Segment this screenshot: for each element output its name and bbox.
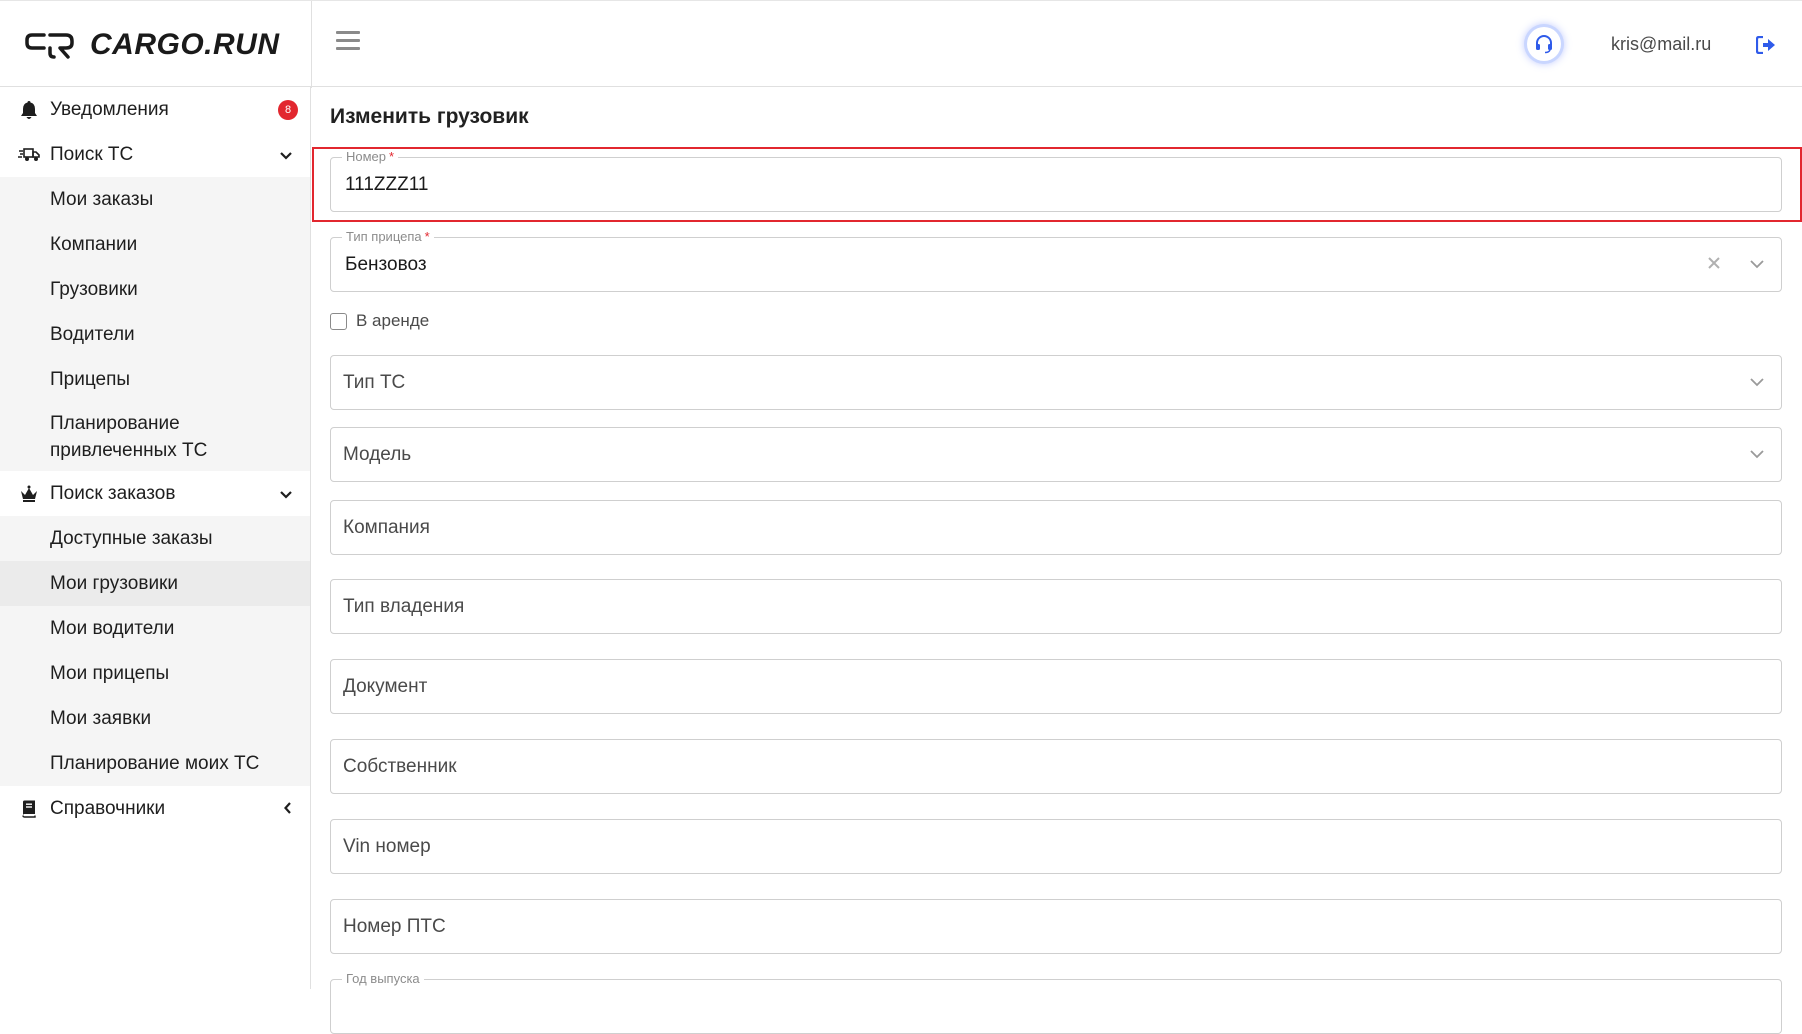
headset-icon[interactable] xyxy=(1527,27,1561,61)
sidebar: Уведомления 8 Поиск ТС Мои заказы Компан… xyxy=(0,87,311,989)
rent-checkbox[interactable] xyxy=(330,312,347,330)
sidebar-item-notifications[interactable]: Уведомления 8 xyxy=(0,87,310,132)
notification-count-badge: 8 xyxy=(278,99,298,120)
chevron-down-icon xyxy=(280,144,292,166)
page-title: Изменить грузовик xyxy=(330,105,529,128)
sidebar-item-my-orders[interactable]: Мои заказы xyxy=(0,177,310,222)
year-input[interactable]: Год выпуска xyxy=(330,971,1782,1034)
user-email[interactable]: kris@mail.ru xyxy=(1611,34,1711,55)
pts-number-input[interactable]: Номер ПТС xyxy=(330,899,1782,954)
bell-icon xyxy=(18,99,40,121)
sidebar-item-attracted-planning[interactable]: Планирование привлеченных ТС xyxy=(0,402,260,471)
number-value: 111ZZZ11 xyxy=(345,174,429,195)
rent-checkbox-label: В аренде xyxy=(356,311,430,330)
top-header: CARGO.RUN kris@mail.ru xyxy=(0,0,1802,88)
vehicle-type-placeholder: Тип ТС xyxy=(343,372,406,393)
chevron-down-icon[interactable] xyxy=(1749,446,1765,464)
sidebar-item-my-requests[interactable]: Мои заявки xyxy=(0,696,310,741)
sidebar-item-my-vehicle-planning[interactable]: Планирование моих ТС xyxy=(0,741,310,786)
owner-placeholder: Собственник xyxy=(343,756,457,777)
sidebar-item-label: Справочники xyxy=(50,797,166,819)
clear-icon[interactable] xyxy=(1707,256,1721,275)
chevron-down-icon xyxy=(280,483,292,505)
sidebar-item-label: Поиск ТС xyxy=(50,143,134,165)
app-logo[interactable]: CARGO.RUN xyxy=(24,25,280,65)
owner-input[interactable]: Собственник xyxy=(330,739,1782,794)
crown-icon xyxy=(18,483,40,505)
submenu-search-vehicles: Мои заказы Компании Грузовики Водители П… xyxy=(0,177,310,471)
sidebar-item-trailers[interactable]: Прицепы xyxy=(0,357,310,402)
model-placeholder: Модель xyxy=(343,444,412,465)
company-placeholder: Компания xyxy=(343,517,430,538)
sidebar-item-companies[interactable]: Компании xyxy=(0,222,310,267)
rent-checkbox-row[interactable]: В аренде xyxy=(330,311,429,331)
model-select[interactable]: Модель xyxy=(330,427,1782,482)
menu-icon[interactable] xyxy=(336,31,360,51)
vin-placeholder: Vin номер xyxy=(343,836,431,857)
sidebar-item-label: Поиск заказов xyxy=(50,482,176,504)
pts-number-placeholder: Номер ПТС xyxy=(343,916,446,937)
truck-fast-icon xyxy=(18,144,40,166)
sidebar-item-my-trailers[interactable]: Мои прицепы xyxy=(0,651,310,696)
logo-text: CARGO.RUN xyxy=(90,28,280,61)
year-label: Год выпуска xyxy=(342,971,424,987)
cargo-run-logo-icon xyxy=(25,33,74,59)
sidebar-item-drivers[interactable]: Водители xyxy=(0,312,310,357)
document-input[interactable]: Документ xyxy=(330,659,1782,714)
book-icon xyxy=(18,798,40,820)
sidebar-group-search-orders[interactable]: Поиск заказов xyxy=(0,471,310,516)
sidebar-item-label: Уведомления xyxy=(50,98,169,120)
sidebar-group-references[interactable]: Справочники xyxy=(0,786,310,831)
document-placeholder: Документ xyxy=(343,676,428,697)
header-divider xyxy=(311,1,312,88)
number-label: Номер * xyxy=(342,149,399,165)
main-content: Изменить грузовик Номер * 111ZZZ11 Тип пр… xyxy=(312,87,1802,1034)
vin-input[interactable]: Vin номер xyxy=(330,819,1782,874)
trailer-type-label: Тип прицепа * xyxy=(342,229,434,245)
number-input[interactable]: Номер * 111ZZZ11 xyxy=(330,149,1782,212)
sidebar-item-available-orders[interactable]: Доступные заказы xyxy=(0,516,310,561)
ownership-type-placeholder: Тип владения xyxy=(343,596,465,617)
vehicle-type-select[interactable]: Тип ТС xyxy=(330,355,1782,410)
chevron-down-icon[interactable] xyxy=(1749,374,1765,392)
chevron-down-icon[interactable] xyxy=(1749,256,1765,274)
sidebar-group-search-vehicles[interactable]: Поиск ТС xyxy=(0,132,310,177)
sidebar-item-my-drivers[interactable]: Мои водители xyxy=(0,606,310,651)
sidebar-item-trucks[interactable]: Грузовики xyxy=(0,267,310,312)
trailer-type-select[interactable]: Тип прицепа * Бензовоз xyxy=(330,229,1782,292)
trailer-type-value: Бензовоз xyxy=(345,254,427,275)
ownership-type-input[interactable]: Тип владения xyxy=(330,579,1782,634)
sidebar-item-my-trucks[interactable]: Мои грузовики xyxy=(0,561,310,606)
chevron-left-icon xyxy=(284,798,292,820)
company-input[interactable]: Компания xyxy=(330,500,1782,555)
submenu-search-orders: Доступные заказы Мои грузовики Мои водит… xyxy=(0,516,310,786)
logout-icon[interactable] xyxy=(1755,35,1776,59)
